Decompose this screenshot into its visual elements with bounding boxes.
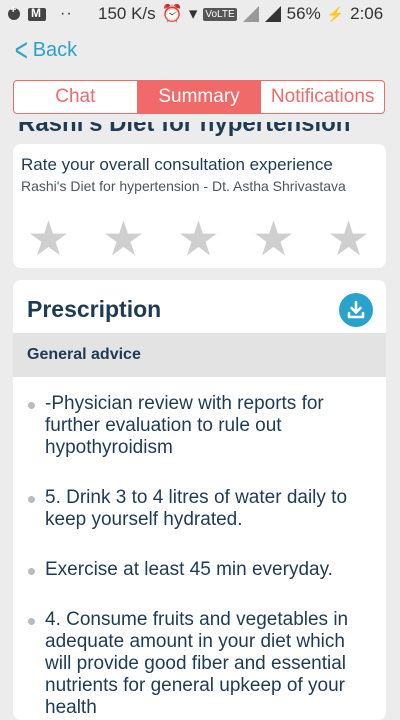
download-icon: [347, 300, 365, 319]
prescription-card: Prescription General advice -Physician r…: [13, 280, 386, 720]
rating-card: Rate your overall consultation experienc…: [13, 144, 386, 268]
rating-title: Rate your overall consultation experienc…: [21, 155, 333, 174]
section-general-advice: General advice: [13, 333, 386, 377]
scrolled-title: Rashi's Diet for hypertension: [18, 122, 388, 136]
charging-icon: ⚡: [326, 5, 345, 22]
prescription-title: Prescription: [27, 296, 162, 322]
advice-item: 4. Consume fruits and vegetables in adeq…: [27, 609, 372, 719]
tab-summary[interactable]: Summary: [136, 81, 261, 113]
advice-item: 5. Drink 3 to 4 litres of water daily to…: [27, 487, 372, 531]
notification-icon: [8, 4, 20, 20]
signal-icon-2: [264, 6, 281, 22]
download-button[interactable]: [339, 293, 373, 327]
rating-subtitle: Rashi's Diet for hypertension - Dt. Asth…: [21, 178, 346, 194]
advice-item: -Physician review with reports for furth…: [27, 393, 372, 459]
star-icon-4[interactable]: ★: [252, 216, 327, 264]
battery-percent: 56%: [286, 4, 321, 23]
tab-chat[interactable]: Chat: [14, 81, 137, 113]
star-icon-5[interactable]: ★: [327, 216, 400, 264]
mail-icon: [28, 6, 46, 21]
chevron-left-icon: <: [14, 32, 28, 68]
wifi-icon: ▾: [188, 4, 198, 23]
star-icon-1[interactable]: ★: [27, 216, 102, 264]
more-notifications-icon: ··: [60, 5, 73, 22]
star-icon-3[interactable]: ★: [177, 216, 252, 264]
clock: 2:06: [350, 4, 384, 23]
star-rating: ★ ★ ★ ★ ★: [27, 216, 400, 264]
alarm-icon: ⏰: [161, 4, 183, 23]
back-label: Back: [32, 38, 78, 61]
star-icon-2[interactable]: ★: [102, 216, 177, 264]
status-bar: ·· 150 K/s ⏰ ▾ VoLTE 56% ⚡ 2:06: [0, 0, 400, 30]
signal-icon-1: [242, 6, 259, 22]
volte-badge: VoLTE: [203, 7, 237, 21]
advice-item: Exercise at least 45 min everyday.: [27, 559, 372, 581]
tab-notifications[interactable]: Notifications: [260, 81, 384, 113]
back-button[interactable]: < Back: [12, 34, 77, 66]
advice-list: -Physician review with reports for furth…: [27, 393, 372, 720]
network-speed: 150 K/s: [98, 4, 156, 23]
scrolled-title-text: Rashi's Diet for hypertension: [18, 122, 351, 136]
tab-bar: Chat Summary Notifications: [13, 80, 385, 114]
